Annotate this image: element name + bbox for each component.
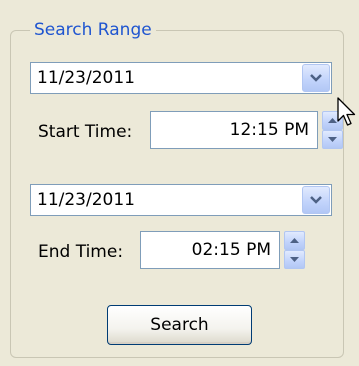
search-button[interactable]: Search [107, 305, 252, 345]
start-time-input[interactable]: 12:15 PM [150, 111, 318, 149]
chevron-down-icon [310, 196, 322, 204]
mouse-pointer-icon [337, 97, 356, 126]
start-time-down-button[interactable] [322, 130, 343, 149]
start-date-value: 11/23/2011 [37, 68, 135, 88]
end-time-input[interactable]: 02:15 PM [140, 231, 280, 269]
arrow-down-icon [328, 137, 337, 142]
end-date-value: 11/23/2011 [37, 190, 135, 210]
end-time-label: End Time: [38, 242, 124, 262]
group-title: Search Range [30, 20, 156, 40]
end-date-dropdown-button[interactable] [302, 186, 330, 214]
arrow-down-icon [290, 257, 299, 262]
start-time-value: 12:15 PM [229, 120, 309, 140]
arrow-up-icon [290, 238, 299, 243]
start-time-label: Start Time: [38, 122, 133, 142]
end-time-value: 02:15 PM [191, 240, 271, 260]
end-time-down-button[interactable] [284, 250, 305, 269]
end-date-dropdown[interactable]: 11/23/2011 [30, 184, 332, 216]
chevron-down-icon [310, 74, 322, 82]
start-date-dropdown-button[interactable] [302, 64, 330, 92]
end-time-up-button[interactable] [284, 231, 305, 250]
end-time-spinner[interactable] [284, 231, 305, 269]
start-date-dropdown[interactable]: 11/23/2011 [30, 62, 332, 94]
